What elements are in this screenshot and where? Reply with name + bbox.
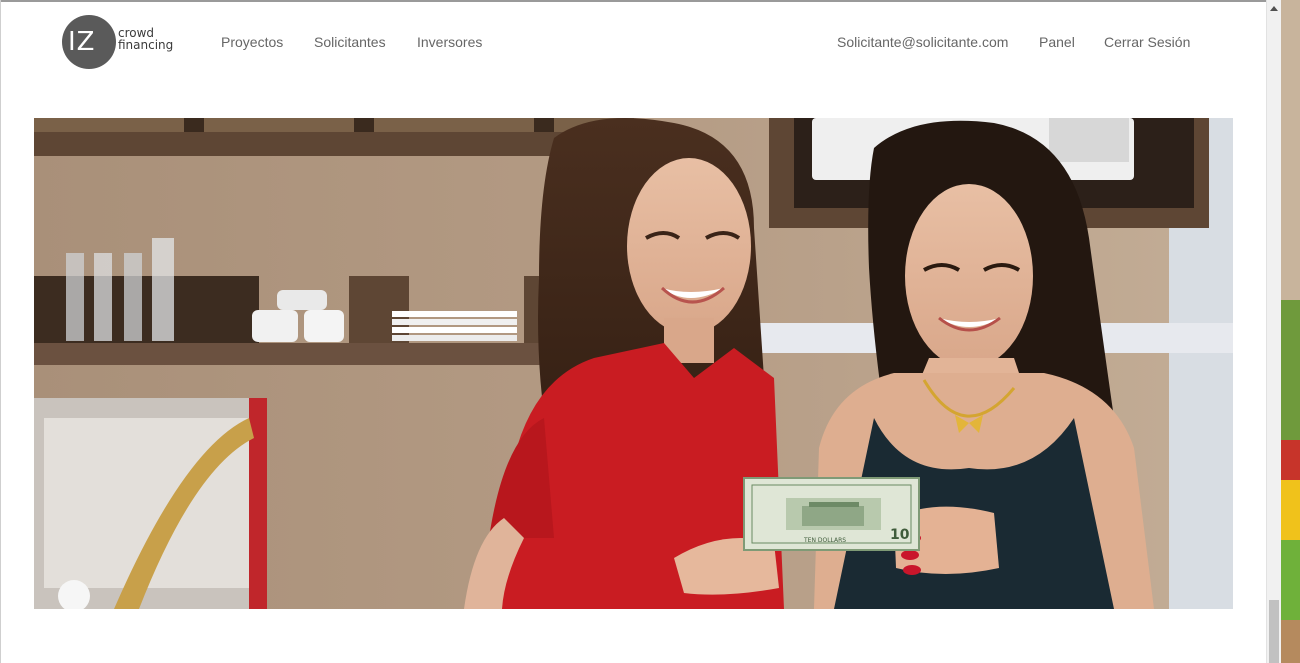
background-window-edge — [1281, 0, 1300, 663]
window-left-border — [0, 0, 1, 663]
nav-user-email[interactable]: Solicitante@solicitante.com — [837, 34, 1008, 50]
logo-mark: IZ — [68, 27, 96, 57]
banknote: TEN DOLLARS 10 — [743, 477, 920, 551]
scrollbar-thumb[interactable] — [1269, 600, 1279, 663]
nav-solicitantes[interactable]: Solicitantes — [314, 34, 386, 50]
site-logo[interactable]: IZ crowd financing — [62, 15, 192, 73]
nav-proyectos[interactable]: Proyectos — [221, 34, 283, 50]
banknote-denomination-text: TEN DOLLARS — [803, 537, 846, 544]
nav-panel[interactable]: Panel — [1039, 34, 1075, 50]
hero-image: TEN DOLLARS 10 — [34, 118, 1233, 609]
logo-line-2: financing — [118, 38, 174, 52]
logo-wordmark: crowd financing — [118, 27, 173, 51]
hero-banner: TEN DOLLARS 10 — [34, 118, 1233, 609]
nav-logout[interactable]: Cerrar Sesión — [1104, 34, 1190, 50]
nav-inversores[interactable]: Inversores — [417, 34, 482, 50]
banknote-value: 10 — [890, 527, 910, 543]
vertical-scrollbar[interactable] — [1266, 0, 1281, 663]
site-header: IZ crowd financing Proyectos Solicitante… — [0, 2, 1266, 82]
scroll-up-arrow-icon[interactable] — [1270, 6, 1278, 11]
